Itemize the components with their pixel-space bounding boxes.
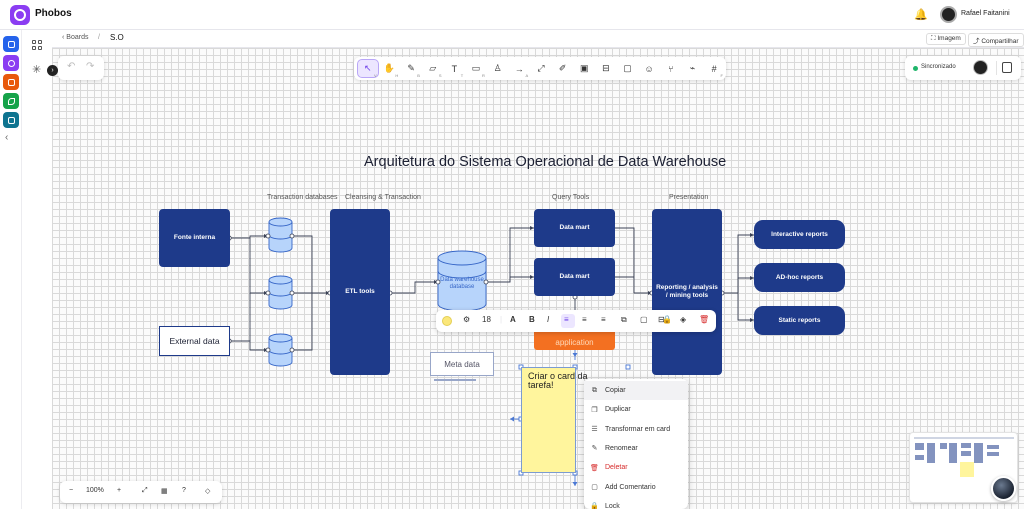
interactive-reports-box[interactable]: Interactive reports (754, 220, 845, 249)
minimap-block (961, 451, 971, 456)
menu-item-label: Renomear (605, 444, 638, 452)
minimap-viewport (914, 437, 1014, 440)
menu-item-deletar[interactable]: 🗑 Deletar (584, 458, 688, 477)
data-mart-box-2[interactable]: Data mart (534, 258, 615, 296)
warehouse-label[interactable]: Data warehouse database (440, 277, 484, 290)
fit-screen-icon[interactable]: ⤢ (142, 487, 148, 495)
text-style-icon[interactable]: ⚙ (463, 315, 470, 324)
align-left-button[interactable]: ≡ (561, 314, 575, 328)
menu-item-duplicar[interactable]: ❐ Duplicar (584, 400, 688, 419)
static-reports-box[interactable]: Static reports (754, 306, 845, 335)
italic-button[interactable]: I (547, 315, 549, 324)
minimap-block (974, 443, 983, 463)
trash-icon[interactable]: 🗑 (699, 315, 709, 324)
database-cylinder-2[interactable] (268, 275, 293, 310)
bold-button[interactable]: B (529, 315, 535, 324)
copy-icon: ⧉ (592, 386, 597, 394)
external-data-box[interactable]: External data (159, 326, 230, 356)
minimap-block (927, 443, 935, 463)
zoom-level[interactable]: 100% (86, 487, 104, 494)
lock-icon[interactable]: 🔒 (662, 315, 672, 324)
zoom-in-button[interactable]: + (117, 487, 121, 494)
database-cylinder-1[interactable] (268, 217, 293, 253)
format-toolbar: ⚙ 18 | A B I ≡ ≡ ⧉ ▢ ⊟ | 🔒 ◈ 🗑 (436, 310, 716, 332)
align-center-icon[interactable]: ≡ (582, 315, 587, 324)
minimap-block (915, 455, 924, 460)
assistant-avatar[interactable] (991, 476, 1016, 501)
data-mart-box-1[interactable]: Data mart (534, 209, 615, 247)
menu-item-label: Duplicar (605, 406, 631, 414)
minimap-sticky (960, 462, 974, 477)
zoom-panel: − 100% + ⤢ ▦ ? ◇ (60, 481, 222, 503)
comment-icon: ▢ (591, 484, 598, 491)
section-label-query[interactable]: Query Tools (552, 194, 589, 201)
layers-icon[interactable]: ◈ (680, 315, 686, 324)
align-right-icon[interactable]: ≡ (601, 315, 606, 324)
diagram-connectors (226, 217, 754, 486)
card-icon: ☰ (591, 426, 598, 434)
menu-item-renomear[interactable]: ✎ Renomear (584, 439, 688, 458)
diagram-title[interactable]: Arquitetura do Sistema Operacional de Da… (364, 154, 726, 170)
eraser-icon[interactable]: ◇ (205, 487, 210, 495)
minimap-block (949, 443, 957, 463)
lock-icon: 🔒 (590, 503, 599, 509)
reporting-tools-box[interactable]: Reporting / analysis / mining tools (652, 209, 722, 375)
app-root: Phobos 🔔 Rafael Faitanini ‹ ✳ › ‹ Boards… (0, 0, 1024, 509)
font-size[interactable]: 18 (482, 315, 491, 324)
card-icon[interactable]: ▢ (640, 315, 648, 324)
database-cylinder-3[interactable] (268, 333, 293, 367)
minimap-block (961, 443, 971, 448)
rename-icon: ✎ (591, 445, 598, 453)
section-label-cleansing[interactable]: Cleansing & Transaction (345, 194, 421, 201)
fill-color-swatch[interactable] (442, 316, 452, 326)
section-label-transaction[interactable]: Transaction databases (267, 194, 338, 201)
menu-item-add-comentario[interactable]: ▢ Add Comentario (584, 478, 688, 497)
duplicate-icon: ❐ (591, 406, 598, 414)
context-menu: ⧉ Copiar ❐ Duplicar ☰ Transformar em card ✎ Ren… (584, 379, 688, 509)
minimap-block (940, 443, 947, 449)
expand-chevron-icon[interactable]: › (47, 65, 58, 76)
menu-item-label: Transformar em card (605, 425, 671, 433)
minimap-block (915, 443, 924, 450)
menu-item-lock[interactable]: 🔒 Lock (584, 497, 688, 509)
zoom-out-button[interactable]: − (69, 487, 73, 494)
grid-toggle-icon[interactable]: ▦ (161, 487, 168, 495)
diagram: Arquitetura do Sistema Operacional de Da… (0, 0, 1024, 509)
menu-item-label: Lock (605, 502, 620, 509)
internal-source-box[interactable]: Fonte interna (159, 209, 230, 267)
minimap-block (987, 445, 999, 449)
menu-item-label: Add Comentario (605, 483, 656, 491)
copy-style-icon[interactable]: ⧉ (621, 315, 627, 325)
menu-item-transformar-em-card[interactable]: ☰ Transformar em card (584, 420, 688, 439)
help-button[interactable]: ? (182, 487, 186, 494)
menu-item-copiar[interactable]: ⧉ Copiar (584, 381, 688, 400)
menu-item-label: Copiar (605, 387, 626, 394)
divider: | (500, 315, 503, 324)
menu-item-label: Deletar (605, 464, 628, 472)
meta-data-underline (434, 379, 476, 381)
etl-tools-box[interactable]: ETL tools (330, 209, 390, 375)
trash-icon: 🗑 (590, 464, 599, 472)
adhoc-reports-box[interactable]: AD-hoc reports (754, 263, 845, 292)
section-label-presentation[interactable]: Presentation (669, 194, 708, 201)
text-color-button[interactable]: A (510, 315, 516, 324)
meta-data-box[interactable]: Meta data (430, 352, 494, 376)
minimap-block (987, 452, 999, 456)
